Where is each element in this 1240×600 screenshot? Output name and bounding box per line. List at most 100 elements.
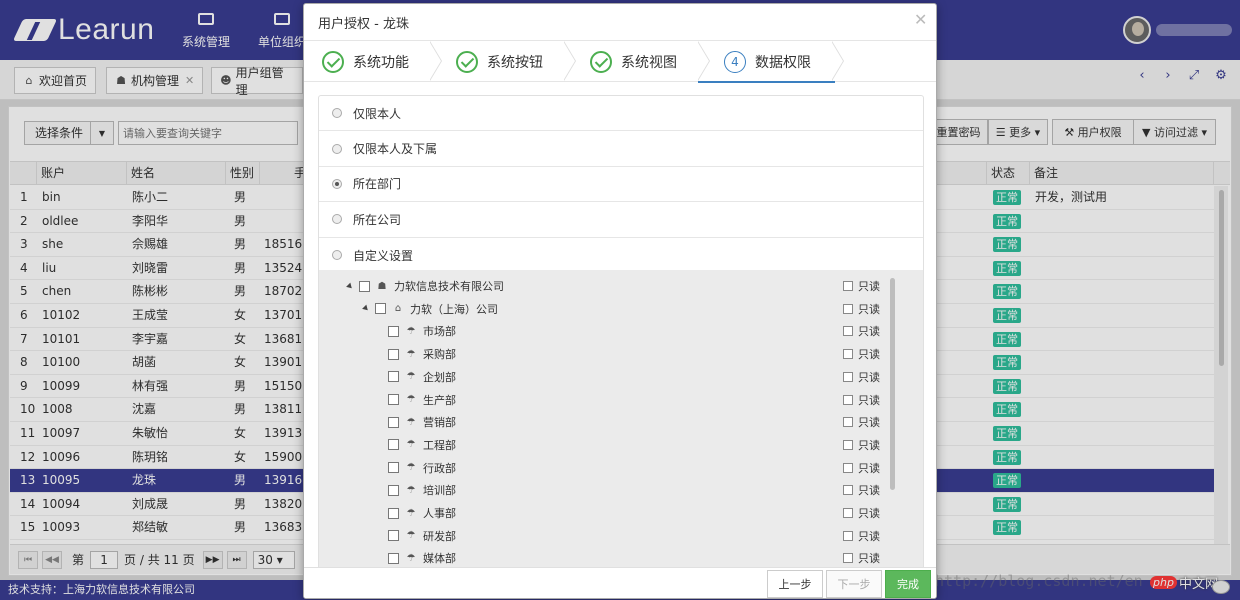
tree-checkbox[interactable]	[388, 462, 399, 474]
readonly-checkbox[interactable]	[843, 326, 853, 337]
tree-node-department[interactable]: ☂ 工程部	[388, 436, 456, 454]
tree-node-department[interactable]: ☂ 研发部	[388, 527, 456, 545]
radio-button[interactable]	[332, 250, 342, 261]
home-icon: ⌂	[394, 303, 402, 315]
check-circle-icon	[322, 50, 344, 73]
tree-node-label: 市场部	[423, 325, 456, 339]
tree-checkbox[interactable]	[388, 416, 399, 428]
readonly-label: 只读	[858, 280, 880, 293]
readonly-toggle[interactable]: 只读	[843, 322, 880, 340]
readonly-toggle[interactable]: 只读	[843, 413, 880, 431]
radio-option[interactable]: 自定义设置	[319, 238, 923, 273]
tree-node-department[interactable]: ☂ 市场部	[388, 322, 456, 340]
readonly-toggle[interactable]: 只读	[843, 368, 880, 386]
tree-node-department[interactable]: ☂ 营销部	[388, 413, 456, 431]
readonly-checkbox[interactable]	[843, 508, 853, 518]
dialog-title: 用户授权 - 龙珠	[318, 17, 409, 32]
readonly-checkbox[interactable]	[843, 281, 853, 291]
readonly-toggle[interactable]: 只读	[843, 481, 880, 499]
tree-node-department[interactable]: ☂ 媒体部	[388, 549, 456, 567]
caret-expanded-icon[interactable]	[346, 282, 354, 290]
finish-button[interactable]: 完成	[885, 570, 931, 598]
readonly-toggle[interactable]: 只读	[843, 459, 880, 477]
readonly-toggle[interactable]: 只读	[843, 300, 880, 318]
tree-node-company[interactable]: ⌂ 力软（上海）公司	[362, 300, 498, 318]
readonly-toggle[interactable]: 只读	[843, 436, 880, 454]
readonly-checkbox[interactable]	[843, 462, 853, 473]
tree-node-department[interactable]: ☂ 培训部	[388, 481, 456, 499]
step-number: 4	[724, 50, 746, 73]
tree-checkbox[interactable]	[388, 348, 399, 360]
tree-checkbox[interactable]	[388, 552, 399, 564]
caret-expanded-icon[interactable]	[362, 304, 370, 313]
readonly-label: 只读	[858, 461, 880, 475]
tree-checkbox[interactable]	[388, 325, 399, 337]
readonly-label: 只读	[858, 370, 880, 384]
tree-checkbox[interactable]	[388, 530, 399, 542]
umbrella-icon: ☂	[406, 348, 416, 360]
readonly-label: 只读	[858, 529, 880, 543]
prev-step-button[interactable]: 上一步	[767, 570, 823, 598]
tree-checkbox[interactable]	[388, 371, 399, 383]
readonly-toggle[interactable]: 只读	[843, 345, 880, 363]
step-separator	[563, 41, 576, 82]
tree-node-department[interactable]: ☂ 生产部	[388, 391, 456, 409]
tree-checkbox[interactable]	[375, 303, 386, 315]
readonly-checkbox[interactable]	[843, 485, 853, 496]
tree-checkbox[interactable]	[359, 280, 370, 292]
tree-node-label: 培训部	[423, 484, 456, 498]
umbrella-icon: ☂	[406, 371, 416, 383]
next-step-button[interactable]: 下一步	[826, 570, 882, 598]
close-icon[interactable]: ✕	[914, 10, 927, 29]
umbrella-icon: ☂	[406, 462, 416, 474]
readonly-toggle[interactable]: 只读	[843, 549, 880, 567]
step-system-buttons[interactable]: 系统按钮	[456, 41, 543, 82]
readonly-label: 只读	[858, 302, 880, 316]
tree-checkbox[interactable]	[388, 394, 399, 405]
readonly-toggle[interactable]: 只读	[843, 504, 880, 522]
readonly-checkbox[interactable]	[843, 417, 853, 428]
readonly-checkbox[interactable]	[843, 371, 853, 382]
umbrella-icon: ☂	[406, 394, 416, 405]
readonly-checkbox[interactable]	[843, 530, 853, 541]
radio-option[interactable]: 仅限本人	[319, 96, 923, 132]
readonly-toggle[interactable]: 只读	[843, 277, 880, 295]
tree-checkbox[interactable]	[388, 484, 399, 496]
tree-node-department[interactable]: ☂ 人事部	[388, 504, 456, 522]
readonly-checkbox[interactable]	[843, 439, 853, 450]
tree-node-label: 媒体部	[423, 552, 456, 566]
radio-button[interactable]	[332, 143, 342, 154]
radio-option[interactable]: 所在公司	[319, 202, 923, 238]
step-label: 系统功能	[353, 54, 409, 71]
tree-node-department[interactable]: ☂ 采购部	[388, 345, 456, 363]
tree-checkbox[interactable]	[388, 507, 399, 519]
readonly-label: 只读	[858, 484, 880, 498]
umbrella-icon: ☂	[406, 484, 416, 496]
tree-scrollbar[interactable]	[890, 278, 895, 490]
step-system-functions[interactable]: 系统功能	[322, 41, 409, 82]
step-system-views[interactable]: 系统视图	[590, 41, 677, 82]
readonly-checkbox[interactable]	[843, 394, 853, 405]
readonly-toggle[interactable]: 只读	[843, 527, 880, 545]
radio-option[interactable]: 所在部门	[319, 167, 923, 203]
readonly-toggle[interactable]: 只读	[843, 391, 880, 409]
tree-node-label: 企划部	[423, 370, 456, 384]
readonly-label: 只读	[858, 416, 880, 430]
tree-node-department[interactable]: ☂ 行政部	[388, 459, 456, 477]
readonly-checkbox[interactable]	[843, 553, 853, 564]
radio-label: 所在部门	[353, 177, 402, 192]
radio-label: 仅限本人	[353, 106, 402, 121]
radio-label: 自定义设置	[353, 248, 414, 263]
tree-node-department[interactable]: ☂ 企划部	[388, 368, 456, 386]
tree-checkbox[interactable]	[388, 439, 399, 451]
active-step-underline	[698, 81, 835, 83]
readonly-checkbox[interactable]	[843, 303, 853, 314]
readonly-checkbox[interactable]	[843, 349, 853, 360]
tree-node-root[interactable]: ☗ 力软信息技术有限公司	[346, 277, 504, 295]
step-data-permissions[interactable]: 4 数据权限	[724, 41, 811, 82]
radio-button[interactable]	[332, 178, 342, 189]
radio-option[interactable]: 仅限本人及下属	[319, 131, 923, 167]
radio-button[interactable]	[332, 108, 342, 119]
user-authorization-dialog: 用户授权 - 龙珠 ✕ 系统功能 系统按钮 系统视图 4 数据权限 仅限本人仅限…	[303, 3, 937, 599]
radio-button[interactable]	[332, 214, 342, 225]
